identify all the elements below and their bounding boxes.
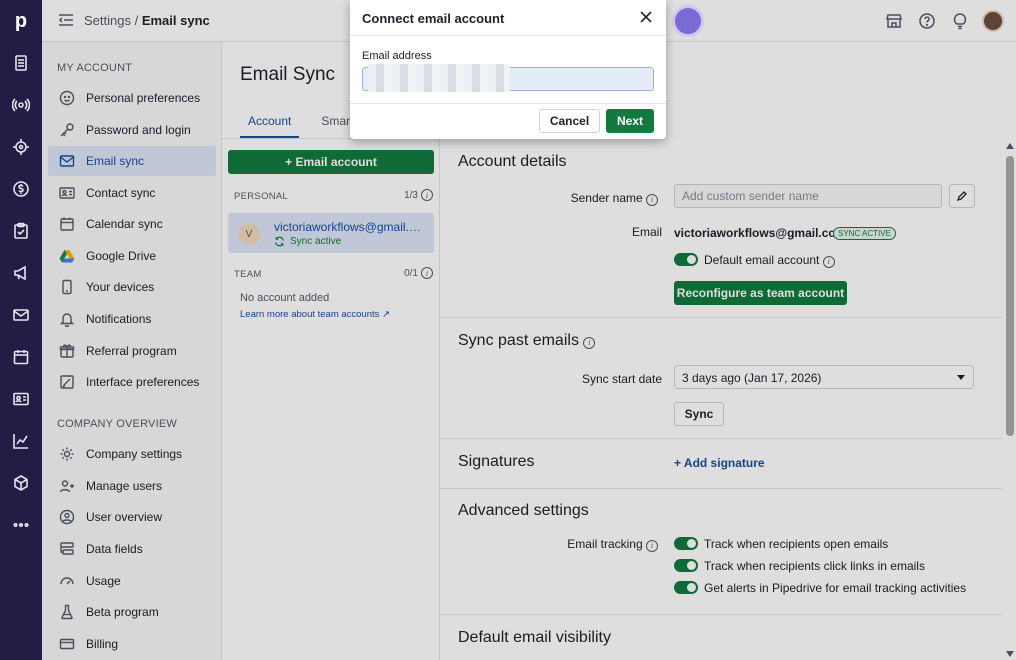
- email-address-input[interactable]: [362, 64, 654, 92]
- campaigns-icon[interactable]: [11, 263, 31, 283]
- cancel-button[interactable]: Cancel: [539, 109, 600, 133]
- leads-icon[interactable]: [11, 95, 31, 115]
- next-button[interactable]: Next: [606, 109, 654, 133]
- assistant-floating-icon[interactable]: [675, 8, 701, 34]
- money-icon[interactable]: [11, 179, 31, 199]
- more-icon[interactable]: [11, 515, 31, 535]
- tasks-icon[interactable]: [11, 221, 31, 241]
- deals-icon[interactable]: [11, 53, 31, 73]
- products-icon[interactable]: [11, 473, 31, 493]
- modal-header: Connect email account: [350, 0, 666, 36]
- redacted-text: [368, 64, 510, 92]
- insights-icon[interactable]: [11, 137, 31, 157]
- modal-title: Connect email account: [362, 11, 505, 26]
- pipedrive-logo[interactable]: p: [0, 0, 42, 42]
- calendar-icon[interactable]: [11, 347, 31, 367]
- email-address-label: Email address: [362, 50, 432, 62]
- close-icon[interactable]: [639, 10, 653, 24]
- modal-footer-divider: [350, 103, 666, 104]
- reports-icon[interactable]: [11, 431, 31, 451]
- connect-email-modal: Connect email account Email address Canc…: [350, 0, 666, 139]
- contacts-icon[interactable]: [11, 389, 31, 409]
- left-nav-rail: p: [0, 0, 42, 660]
- mail-icon[interactable]: [11, 305, 31, 325]
